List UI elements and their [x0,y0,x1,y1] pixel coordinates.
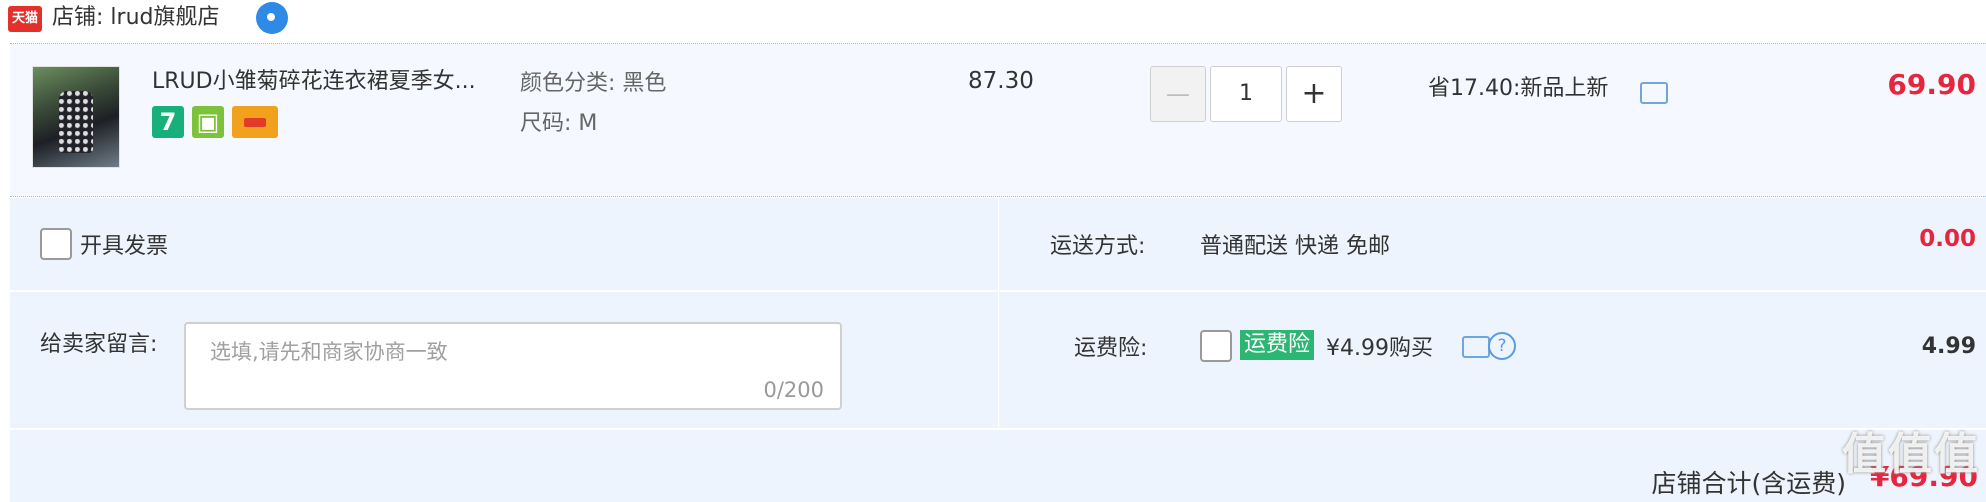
wangwang-chat-icon[interactable] [256,2,288,34]
tmall-logo: 天猫 [8,6,42,32]
shop-name[interactable]: 店铺: lrud旗舰店 [52,2,219,34]
shipping-method[interactable]: 普通配送 快递 免邮 [1200,228,1390,260]
panel-vertical-divider [998,198,999,428]
shop-total-label: 店铺合计(含运费) [1651,469,1846,498]
quantity-increase-button[interactable]: + [1286,66,1342,122]
insurance-checkbox[interactable] [1200,330,1232,362]
shipping-label: 运送方式: [1050,234,1146,259]
seller-message-textarea[interactable]: 选填,请先和商家协商一致 0/200 [184,322,842,410]
insurance-comment-icon[interactable] [1462,336,1490,358]
insurance-label: 运费险: [1074,336,1148,361]
quantity-decrease-button[interactable]: — [1150,66,1206,122]
product-thumbnail[interactable] [32,66,120,168]
message-placeholder: 选填,请先和商家协商一致 [210,340,448,364]
item-subtotal: 69.90 [1887,68,1976,101]
insurance-cost: 4.99 [1921,334,1976,359]
promotion-label: 省17.40:新品上新 [1428,76,1609,101]
item-divider [10,196,1986,197]
shipping-cost: 0.00 [1919,226,1976,252]
message-label: 给卖家留言: [40,332,158,357]
insurance-price: ¥4.99购买 [1326,336,1433,361]
message-char-counter: 0/200 [763,378,824,402]
quantity-input[interactable]: 1 [1210,66,1282,122]
product-title-link[interactable]: LRUD小雏菊碎花连衣裙夏季女... [152,66,476,98]
invoice-checkbox[interactable] [40,228,72,260]
sku-color: 颜色分类: 黑色 [520,71,667,96]
invoice-label: 开具发票 [80,234,169,259]
shopping-bag-icon: ▣ [192,106,224,138]
credit-card-icon [232,106,278,138]
watermark-logo: 值值值 [1842,429,1980,480]
sku-size: 尺码: M [520,111,598,136]
help-question-icon[interactable]: ? [1488,332,1516,360]
seven-day-return-icon: 7 [152,106,184,138]
promo-comment-icon[interactable] [1640,82,1668,104]
unit-price: 87.30 [968,68,1034,94]
insurance-tag: 运费险 [1240,330,1315,360]
